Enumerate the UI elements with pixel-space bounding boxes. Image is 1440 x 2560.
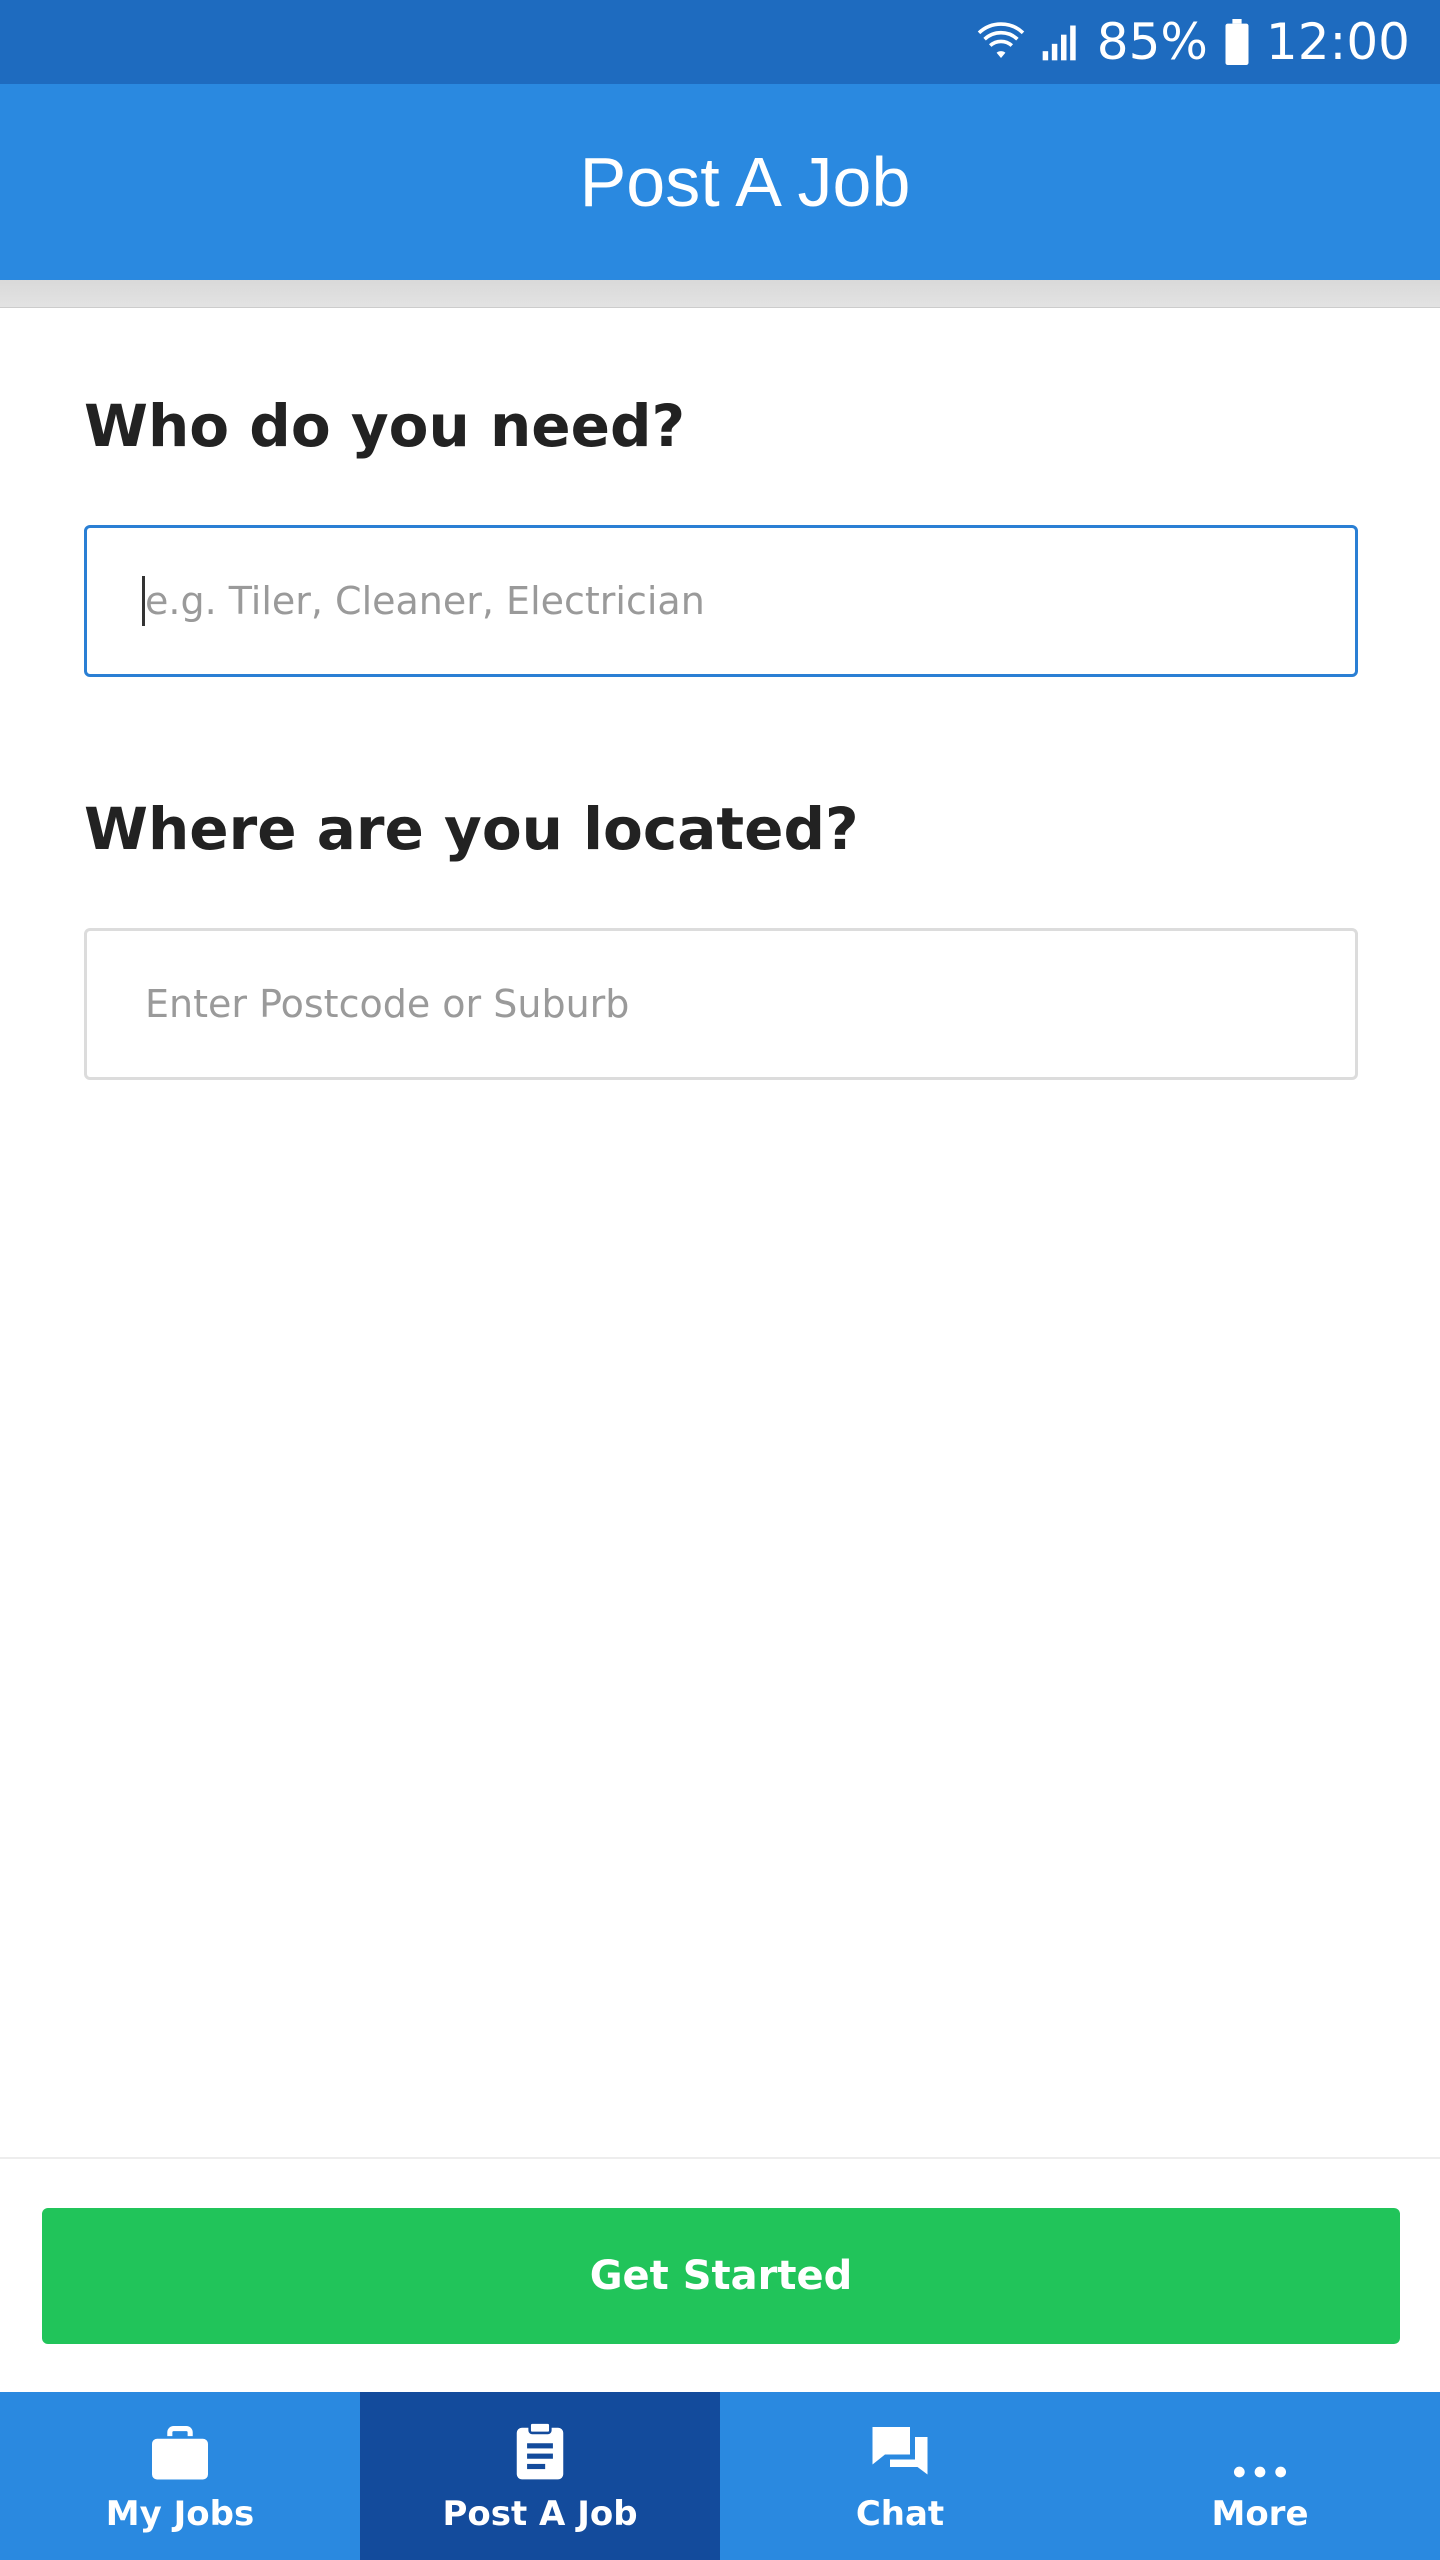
nav-item-more[interactable]: More (1080, 2392, 1440, 2560)
where-input[interactable] (145, 982, 1355, 1026)
nav-item-chat[interactable]: Chat (720, 2392, 1080, 2560)
who-label: Who do you need? (84, 392, 686, 460)
who-field[interactable] (84, 525, 1358, 677)
battery-icon (1222, 19, 1252, 65)
clipboard-icon (512, 2418, 568, 2482)
briefcase-icon (149, 2418, 211, 2482)
nav-label-chat: Chat (855, 2494, 945, 2534)
status-bar: 85% 12:00 (0, 0, 1440, 84)
nav-label-post-a-job: Post A Job (442, 2494, 638, 2534)
where-label: Where are you located? (84, 795, 859, 863)
page-title: Post A Job (579, 143, 911, 221)
divider (0, 2157, 1440, 2159)
who-input[interactable] (145, 579, 1355, 623)
where-field[interactable] (84, 928, 1358, 1080)
text-caret (142, 576, 145, 626)
nav-label-my-jobs: My Jobs (105, 2494, 255, 2534)
nav-item-post-a-job[interactable]: Post A Job (360, 2392, 720, 2560)
status-time: 12:00 (1265, 13, 1410, 71)
signal-icon (1039, 20, 1083, 64)
chat-icon (869, 2418, 931, 2482)
battery-percentage: 85% (1096, 13, 1208, 71)
get-started-button[interactable]: Get Started (42, 2208, 1400, 2344)
bottom-nav: My Jobs Post A Job Chat More (0, 2392, 1440, 2560)
nav-item-my-jobs[interactable]: My Jobs (0, 2392, 360, 2560)
nav-label-more: More (1211, 2494, 1309, 2534)
app-bar: Post A Job (0, 84, 1440, 280)
app-bar-shadow (0, 280, 1440, 308)
wifi-icon (977, 18, 1025, 66)
more-dots-icon (1229, 2418, 1291, 2482)
